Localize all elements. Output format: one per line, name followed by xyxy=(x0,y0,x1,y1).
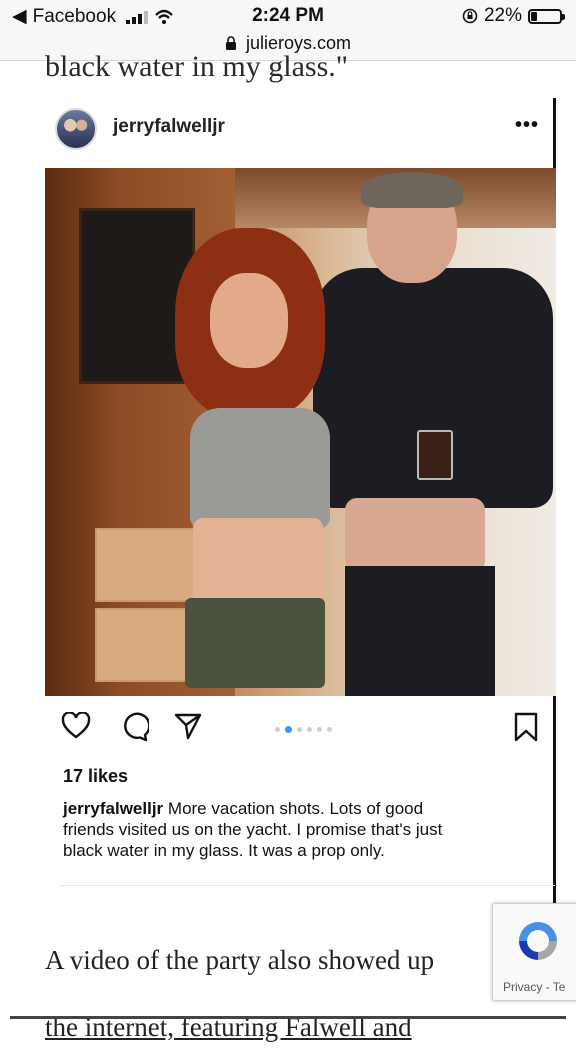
caption-line-2: friends visited us on the yacht. I promi… xyxy=(63,820,443,839)
post-header: jerryfalwelljr ••• xyxy=(45,98,553,160)
carousel-dot xyxy=(307,727,312,732)
recaptcha-badge[interactable]: Privacy - Te xyxy=(492,903,576,1001)
caption-line-3: black water in my glass. It was a prop o… xyxy=(63,841,385,860)
post-actions xyxy=(45,710,553,750)
divider xyxy=(60,885,555,886)
battery-icon xyxy=(528,8,565,24)
article-prev-text: black water in my glass." xyxy=(45,50,349,83)
carousel-dot xyxy=(317,727,322,732)
instagram-post: jerryfalwelljr ••• 17 likes jerryfalwell… xyxy=(45,98,556,905)
caption-line-1: More vacation shots. Lots of good xyxy=(167,799,424,818)
article-body: A video of the party also showed up the … xyxy=(45,927,505,1061)
caption-username[interactable]: jerryfalwelljr xyxy=(63,799,163,818)
comment-icon[interactable] xyxy=(119,712,149,742)
post-username[interactable]: jerryfalwelljr xyxy=(113,116,225,138)
battery-percent: 22% xyxy=(483,5,522,26)
recaptcha-icon xyxy=(519,922,557,960)
recaptcha-privacy-link[interactable]: Privacy - Te xyxy=(503,980,565,994)
carousel-dot xyxy=(275,727,280,732)
link-underline xyxy=(10,1016,566,1019)
likes-count[interactable]: 17 likes xyxy=(63,766,128,787)
carousel-dot xyxy=(285,726,292,733)
avatar[interactable] xyxy=(55,108,97,150)
article-line-2: the internet, featuring Falwell and xyxy=(45,1012,412,1042)
lock-icon xyxy=(225,36,236,50)
article-line-1: A video of the party also showed up xyxy=(45,945,435,975)
share-icon[interactable] xyxy=(173,712,203,740)
post-photo[interactable] xyxy=(45,168,556,696)
more-options-icon[interactable]: ••• xyxy=(515,114,539,137)
carousel-indicator xyxy=(275,726,332,733)
status-right: 22% xyxy=(462,5,565,27)
orientation-lock-icon xyxy=(462,8,478,24)
heart-icon[interactable] xyxy=(61,712,91,740)
carousel-dot xyxy=(297,727,302,732)
status-bar: ◀ Facebook 2:24 PM 22% xyxy=(0,0,576,30)
post-caption: jerryfalwelljr More vacation shots. Lots… xyxy=(63,798,543,861)
carousel-dot xyxy=(327,727,332,732)
bookmark-icon[interactable] xyxy=(513,712,539,742)
